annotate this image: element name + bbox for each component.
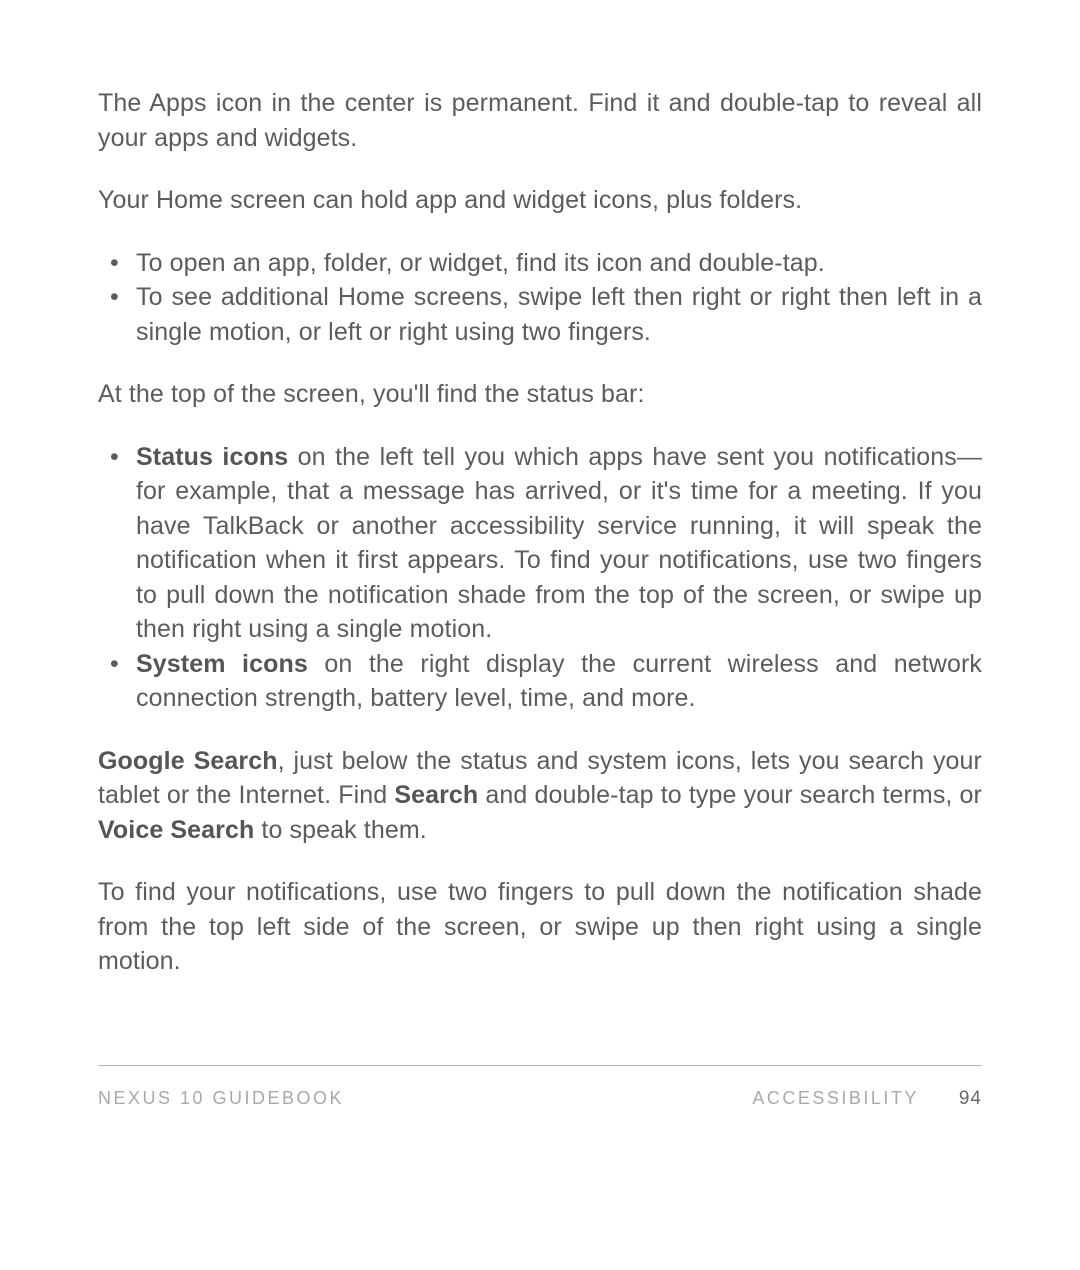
list-item-text: on the left tell you which apps have sen…	[136, 443, 982, 644]
list-item: To see additional Home screens, swipe le…	[98, 280, 982, 349]
body-paragraph: Your Home screen can hold app and widget…	[98, 183, 982, 218]
page-footer: Nexus 10 Guidebook Accessibility 94	[98, 1065, 982, 1110]
bold-term: Status icons	[136, 443, 288, 471]
list-item: Status icons on the left tell you which …	[98, 440, 982, 647]
footer-page-number: 94	[959, 1088, 982, 1110]
bold-term: Voice Search	[98, 816, 254, 844]
body-paragraph: Google Search, just below the status and…	[98, 744, 982, 848]
body-paragraph: To find your notifications, use two fing…	[98, 875, 982, 979]
page-content: The Apps icon in the center is permanent…	[0, 0, 1080, 979]
footer-divider	[98, 1065, 982, 1066]
footer-book-title: Nexus 10 Guidebook	[98, 1088, 344, 1109]
footer-right: Accessibility 94	[752, 1088, 982, 1110]
bullet-list: Status icons on the left tell you which …	[98, 440, 982, 716]
body-paragraph: At the top of the screen, you'll find th…	[98, 377, 982, 412]
inline-text: to speak them.	[254, 816, 426, 844]
bold-term: System icons	[136, 650, 308, 678]
bullet-list: To open an app, folder, or widget, find …	[98, 246, 982, 350]
footer-section-name: Accessibility	[752, 1088, 919, 1109]
footer-row: Nexus 10 Guidebook Accessibility 94	[98, 1088, 982, 1110]
body-paragraph: The Apps icon in the center is permanent…	[98, 86, 982, 155]
list-item: System icons on the right display the cu…	[98, 647, 982, 716]
bold-term: Google Search	[98, 747, 278, 775]
inline-text: and double-tap to type your search terms…	[478, 781, 982, 809]
bold-term: Search	[394, 781, 478, 809]
list-item: To open an app, folder, or widget, find …	[98, 246, 982, 281]
